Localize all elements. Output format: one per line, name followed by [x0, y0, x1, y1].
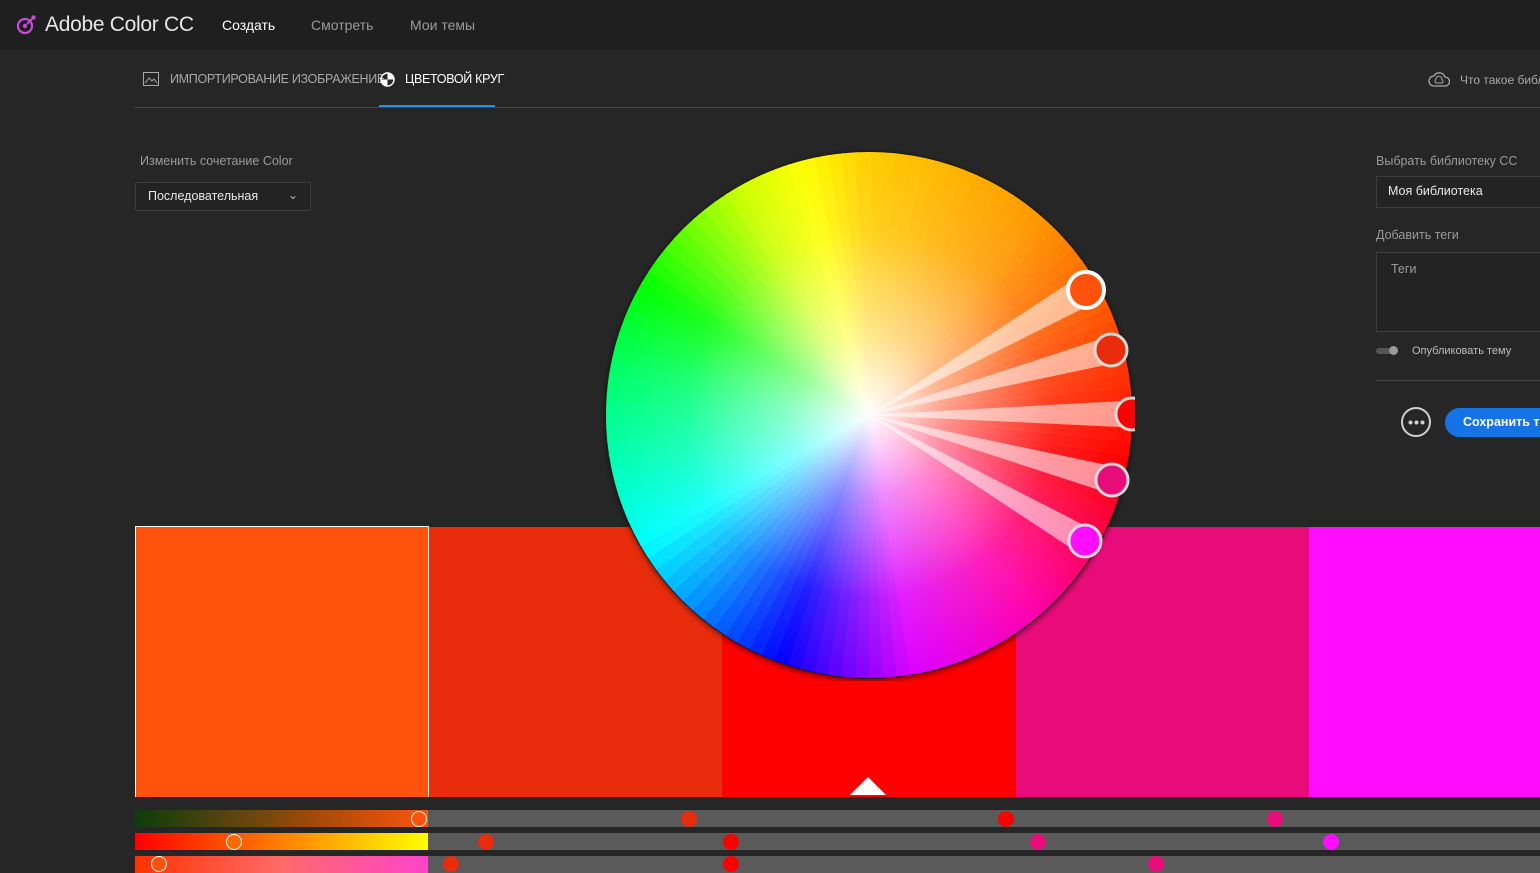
- slider-knob[interactable]: [1030, 834, 1046, 850]
- tags-label: Добавить теги: [1376, 228, 1459, 242]
- slider-knob[interactable]: [151, 856, 167, 872]
- slider-track-3[interactable]: [135, 856, 428, 873]
- harmony-handle[interactable]: [1094, 462, 1130, 498]
- library-select[interactable]: Моя библиотека: [1376, 176, 1540, 208]
- slider-track-1[interactable]: [135, 810, 428, 827]
- slider-knob[interactable]: [681, 811, 697, 827]
- slider-knob[interactable]: [1267, 811, 1283, 827]
- publish-label: Опубликовать тему: [1412, 345, 1512, 357]
- slider-knob[interactable]: [478, 834, 494, 850]
- slider-knob[interactable]: [723, 856, 739, 872]
- slider-knob[interactable]: [723, 834, 739, 850]
- save-theme-label: Сохранить тему: [1463, 415, 1540, 429]
- library-value: Моя библиотека: [1388, 184, 1483, 198]
- harmony-handle[interactable]: [1093, 332, 1129, 368]
- tab-import-image[interactable]: ИМПОРТИРОВАНИЕ ИЗОБРАЖЕНИЕ: [170, 72, 385, 86]
- color-sliders[interactable]: [135, 797, 1540, 873]
- color-wheel-icon: [380, 72, 395, 87]
- slider-track-3-rest: [428, 856, 1540, 873]
- slider-knob[interactable]: [998, 811, 1014, 827]
- tabs-divider: [135, 107, 1540, 108]
- selected-swatch-outline: [135, 526, 429, 798]
- harmony-handle[interactable]: [1114, 396, 1150, 432]
- tags-input[interactable]: Теги: [1376, 252, 1540, 332]
- nav-create[interactable]: Создать: [222, 17, 275, 33]
- save-theme-button[interactable]: Сохранить тему: [1445, 408, 1540, 437]
- slider-track-2-rest: [428, 833, 1540, 850]
- nav-explore[interactable]: Смотреть: [311, 17, 373, 33]
- app-title[interactable]: Adobe Color CC: [45, 13, 194, 37]
- right-panel-divider: [1376, 380, 1540, 381]
- help-link[interactable]: Что такое библ: [1460, 73, 1540, 87]
- adobe-color-logo-icon[interactable]: [14, 13, 38, 37]
- color-rule-value: Последовательная: [148, 189, 259, 203]
- toggle-knob: [1389, 346, 1398, 355]
- publish-toggle[interactable]: [1376, 346, 1398, 355]
- more-options-button[interactable]: [1401, 407, 1431, 437]
- color-rule-label: Изменить сочетание Color: [140, 154, 293, 168]
- harmony-handle[interactable]: [1067, 523, 1103, 559]
- slider-knob[interactable]: [226, 834, 242, 850]
- selected-swatch-caret: [850, 777, 886, 795]
- slider-track-1-rest: [428, 810, 1540, 827]
- slider-knob[interactable]: [1148, 856, 1164, 872]
- tab-color-wheel[interactable]: ЦВЕТОВОЙ КРУГ: [405, 72, 504, 86]
- library-label: Выбрать библиотеку CC: [1376, 154, 1518, 168]
- slider-knob[interactable]: [1323, 834, 1339, 850]
- more-icon: [1408, 420, 1425, 425]
- top-bar: Adobe Color CC Создать Смотреть Мои темы: [0, 0, 1540, 50]
- creative-cloud-icon: [1428, 72, 1450, 87]
- color-wheel[interactable]: [603, 149, 1150, 681]
- chevron-down-icon: ⌄: [287, 188, 298, 202]
- slider-knob[interactable]: [443, 856, 459, 872]
- color-rule-select[interactable]: Последовательная ⌄: [135, 182, 311, 211]
- tags-placeholder: Теги: [1391, 262, 1417, 276]
- image-icon: [143, 72, 159, 86]
- harmony-handle[interactable]: [1066, 270, 1106, 310]
- slider-track-2[interactable]: [135, 833, 428, 850]
- slider-knob[interactable]: [411, 811, 427, 827]
- nav-my-themes[interactable]: Мои темы: [410, 17, 475, 33]
- color-swatch-5[interactable]: [1309, 527, 1540, 797]
